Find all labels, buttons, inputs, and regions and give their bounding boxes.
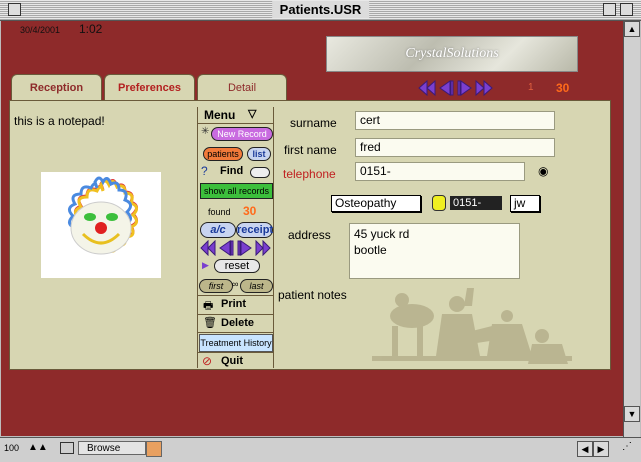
- print-button[interactable]: Print: [221, 298, 246, 310]
- status-area-icon[interactable]: [60, 442, 74, 454]
- silhouette-illustration: [372, 288, 572, 364]
- telephone-label: telephone: [283, 167, 336, 181]
- mode-dropdown-icon[interactable]: [146, 441, 162, 457]
- menu-record-navigation: [200, 240, 271, 256]
- scroll-right-icon[interactable]: ▶: [593, 441, 609, 457]
- scroll-left-icon[interactable]: ◀: [577, 441, 593, 457]
- treatment-history-button[interactable]: Treatment History: [199, 334, 273, 352]
- first-button[interactable]: first: [199, 279, 233, 293]
- quit-button[interactable]: Quit: [221, 355, 243, 367]
- first-record-icon[interactable]: [418, 79, 436, 97]
- surname-label: surname: [290, 116, 337, 130]
- vertical-scrollbar[interactable]: ▲ ▼: [623, 21, 640, 437]
- current-time: 1:02: [79, 22, 103, 36]
- accounts-button[interactable]: a/c: [200, 222, 236, 238]
- scroll-down-icon[interactable]: ▼: [624, 406, 640, 422]
- telephone-radio-icon[interactable]: ◉: [538, 164, 548, 178]
- zoom-box-icon[interactable]: [603, 3, 616, 16]
- list-button[interactable]: list: [247, 147, 271, 161]
- first-name-label: first name: [284, 143, 337, 157]
- link-icon: ∞: [232, 279, 239, 289]
- scroll-up-icon[interactable]: ▲: [624, 21, 640, 37]
- next-record-icon[interactable]: [457, 80, 472, 96]
- delete-button[interactable]: Delete: [221, 317, 254, 329]
- mode-selector[interactable]: Browse: [78, 441, 146, 455]
- close-box-icon[interactable]: [8, 3, 21, 16]
- collapse-box-icon[interactable]: [620, 3, 633, 16]
- menu-divider: [198, 332, 273, 333]
- resize-grip-icon[interactable]: ⋰: [622, 441, 637, 456]
- menu-panel: Menu ▽ ✳ New Record patients list ? Find…: [197, 107, 274, 368]
- trash-icon: 🗑: [203, 317, 217, 329]
- quit-icon: ⊘: [202, 354, 213, 368]
- menu-divider: [198, 352, 273, 353]
- telephone-field[interactable]: 0151-: [355, 162, 525, 181]
- last-button[interactable]: last: [240, 279, 273, 293]
- total-records-count: 30: [556, 81, 570, 95]
- menu-last-icon[interactable]: [255, 240, 271, 256]
- sparkle-icon: ✳: [201, 126, 210, 137]
- phone-short-field[interactable]: 0151-: [450, 196, 502, 210]
- notepad-text[interactable]: this is a notepad!: [14, 114, 105, 128]
- find-toggle[interactable]: [250, 167, 270, 178]
- zoom-level[interactable]: 100: [4, 443, 19, 453]
- menu-divider: [198, 314, 273, 315]
- reset-button[interactable]: reset: [214, 259, 260, 273]
- new-record-button[interactable]: New Record: [211, 127, 273, 141]
- receipt-button[interactable]: receipt: [236, 222, 273, 238]
- window-title: Patients.USR: [271, 1, 370, 18]
- last-record-icon[interactable]: [475, 79, 493, 97]
- address-field[interactable]: 45 yuck rd bootle: [349, 223, 520, 279]
- menu-previous-icon[interactable]: [219, 240, 234, 256]
- initials-field[interactable]: jw: [510, 195, 540, 212]
- show-all-records-button[interactable]: show all records: [200, 183, 273, 199]
- address-label: address: [288, 228, 331, 242]
- patient-drawing-image: [41, 172, 161, 278]
- reset-arrow-icon: ▶: [202, 260, 209, 270]
- menu-next-icon[interactable]: [237, 240, 252, 256]
- current-date: 30/4/2001: [20, 25, 61, 35]
- menu-dropdown-icon[interactable]: ▽: [248, 107, 256, 120]
- first-name-field[interactable]: fred: [355, 138, 555, 157]
- record-navigation: [418, 79, 494, 97]
- menu-header[interactable]: Menu ▽: [198, 107, 273, 124]
- tab-reception[interactable]: Reception: [11, 74, 102, 102]
- window-title-bar[interactable]: Patients.USR: [0, 0, 641, 21]
- status-indicator[interactable]: [432, 195, 446, 211]
- brand-logo: CrystalSolutions: [326, 36, 578, 72]
- found-count: 30: [243, 204, 257, 218]
- surname-field[interactable]: cert: [355, 111, 555, 130]
- menu-first-icon[interactable]: [200, 240, 216, 256]
- tab-detail[interactable]: Detail: [197, 74, 287, 102]
- find-button[interactable]: Find: [220, 165, 243, 177]
- find-help-icon: ?: [201, 164, 208, 178]
- treatment-type-field[interactable]: Osteopathy: [331, 195, 421, 212]
- zoom-icon[interactable]: ▲▲: [28, 442, 48, 453]
- found-label: found: [208, 207, 231, 217]
- current-record-number: 1: [528, 82, 534, 93]
- menu-title: Menu: [204, 108, 236, 122]
- tab-preferences[interactable]: Preferences: [104, 74, 195, 102]
- status-bar: 100 ▲▲ Browse ◀ ▶ ⋰: [0, 437, 641, 462]
- previous-record-icon[interactable]: [439, 80, 454, 96]
- patients-button[interactable]: patients: [203, 147, 243, 161]
- menu-divider: [198, 295, 273, 296]
- address-line: bootle: [354, 243, 387, 257]
- address-line: 45 yuck rd: [354, 227, 410, 241]
- patient-notes-label: patient notes: [278, 288, 347, 302]
